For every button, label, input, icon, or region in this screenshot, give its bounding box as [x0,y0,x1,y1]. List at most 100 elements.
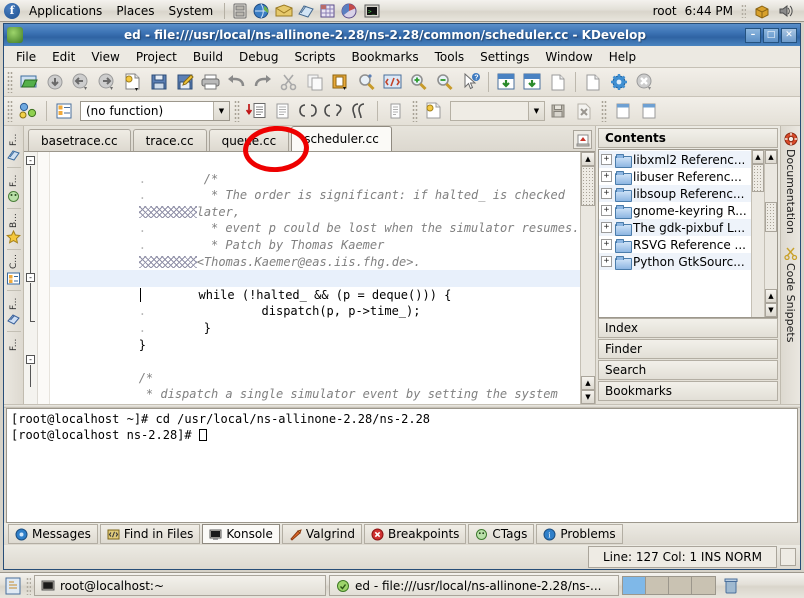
show-desktop-icon[interactable] [3,576,23,596]
workspace-pager[interactable] [622,576,716,595]
konsole-output[interactable]: [root@localhost ~]# cd /usr/local/ns-all… [6,408,798,523]
build-project-icon[interactable] [493,70,519,95]
revert-icon[interactable] [120,70,146,95]
tab-konsole[interactable]: Konsole [202,524,280,544]
menu-project[interactable]: Project [128,48,185,66]
editor-tab-queue[interactable]: queue.cc [209,129,290,151]
menu-settings[interactable]: Settings [472,48,537,66]
list-item[interactable]: + libxml2 Referenc... [599,151,751,168]
presentation-icon[interactable] [340,2,360,20]
docs-section-index[interactable]: Index [598,318,778,338]
list-item[interactable]: + libsoup Referenc... [599,185,751,202]
trash-icon[interactable] [723,577,739,595]
list-item[interactable]: + Python GtkSourc... [599,253,751,270]
close-button[interactable]: ✕ [781,28,797,43]
update-icon[interactable] [754,3,770,19]
nav-group-grip[interactable] [234,100,240,122]
window-title-bar[interactable]: ed - file:///usr/local/ns-allinone-2.28/… [4,24,800,46]
expand-icon[interactable]: + [601,205,612,216]
function-nav-icon[interactable] [347,99,373,124]
list-item[interactable]: + The gdk-pixbuf L... [599,219,751,236]
configure-icon[interactable] [606,70,632,95]
workspace-1[interactable] [623,577,646,594]
menu-scripts[interactable]: Scripts [286,48,343,66]
tab-messages[interactable]: Messages [8,524,98,544]
code-text[interactable]: . /* . * The order is significant: if ha… [50,152,580,404]
delete-cfg-icon[interactable] [571,99,597,124]
file-group-grip[interactable] [601,100,607,122]
docs-section-finder[interactable]: Finder [598,339,778,359]
find-icon[interactable] [354,70,380,95]
expand-icon[interactable]: + [601,171,612,182]
task-button-terminal[interactable]: root@localhost:~ [34,575,326,596]
terminal-icon[interactable]: >_ [362,2,382,20]
tree-scroll-thumb[interactable] [752,164,764,192]
chevron-down-icon[interactable]: ▼ [213,102,229,120]
copy-icon[interactable] [302,70,328,95]
minimize-button[interactable]: – [745,28,761,43]
list-item[interactable]: + libuser Referenc... [599,168,751,185]
fold-box-3[interactable]: - [26,355,35,364]
task-button-kdevelop[interactable]: ed - file:///usr/local/ns-allinone-2.28/… [329,575,619,596]
expand-icon[interactable]: + [601,222,612,233]
sidebar-item-code-snippets[interactable]: Code Snippets [784,243,798,345]
cut-icon[interactable] [276,70,302,95]
sidebar-item-file-tree[interactable]: F... [5,128,23,166]
fedora-logo-icon[interactable]: f [4,3,20,19]
icon-border[interactable] [38,152,50,404]
panel-clock[interactable]: 6:44 PM [685,4,733,18]
fold-box-2[interactable]: - [26,273,35,282]
toolbar-grip[interactable] [7,71,13,93]
tree-outer-track-bottom[interactable] [765,232,777,289]
redo-icon[interactable] [250,70,276,95]
menu-tools[interactable]: Tools [427,48,473,66]
scroll-thumb[interactable] [581,166,595,206]
editor-tab-scheduler[interactable]: scheduler.cc [291,126,392,151]
build-file-icon[interactable] [519,70,545,95]
new-file-icon[interactable] [545,70,571,95]
editor-tab-basetrace[interactable]: basetrace.cc [28,129,131,151]
maximize-button[interactable]: □ [763,28,779,43]
save-cfg-icon[interactable] [545,99,571,124]
tree-inner-scrollbar[interactable]: ▲ [751,150,764,317]
menu-bookmarks[interactable]: Bookmarks [344,48,427,66]
print-icon[interactable] [198,70,224,95]
contents-tree-list[interactable]: + libxml2 Referenc... + libuser Referenc… [599,150,751,317]
class-browser-icon[interactable] [16,99,42,124]
expand-icon[interactable]: + [601,154,612,165]
save-as-icon[interactable] [172,70,198,95]
workspace-4[interactable] [692,577,715,594]
sidebar-item-class-view[interactable]: C... [5,251,23,289]
next-function-icon[interactable] [321,99,347,124]
menu-debug[interactable]: Debug [231,48,286,66]
tab-find-in-files[interactable]: Find in Files [100,524,201,544]
down-arrow-icon[interactable] [42,70,68,95]
file1-icon[interactable] [610,99,636,124]
fold-margin[interactable]: - - - [24,152,38,404]
contents-tree[interactable]: + libxml2 Referenc... + libuser Referenc… [598,149,778,318]
whats-this-icon[interactable]: ? [458,70,484,95]
tab-problems[interactable]: i Problems [536,524,622,544]
menu-edit[interactable]: Edit [44,48,83,66]
sidebar-item-file-selector[interactable]: F... [5,292,23,330]
email-icon[interactable] [274,2,294,20]
workspace-3[interactable] [669,577,692,594]
scroll-down-arrow[interactable]: ▼ [581,390,595,404]
workspace-2[interactable] [646,577,669,594]
sidebar-item-file-list[interactable]: F... [5,333,23,354]
forward-arrow-icon[interactable] [94,70,120,95]
empty-combo[interactable]: ▼ [450,101,545,121]
zoom-out-icon[interactable] [432,70,458,95]
spreadsheet-icon[interactable] [318,2,338,20]
menu-file[interactable]: File [8,48,44,66]
menu-view[interactable]: View [83,48,127,66]
file-manager-icon[interactable] [230,2,250,20]
open-file-icon[interactable] [16,70,42,95]
tree-scroll-track[interactable] [752,192,764,317]
file2-icon[interactable] [636,99,662,124]
sidebar-item-file-groups[interactable]: F... [5,169,23,207]
outline-icon[interactable] [51,99,77,124]
browser-toolbar-grip[interactable] [7,100,13,122]
panel-menu-applications[interactable]: Applications [22,3,109,19]
scroll-down-arrow-top[interactable]: ▲ [581,376,595,390]
